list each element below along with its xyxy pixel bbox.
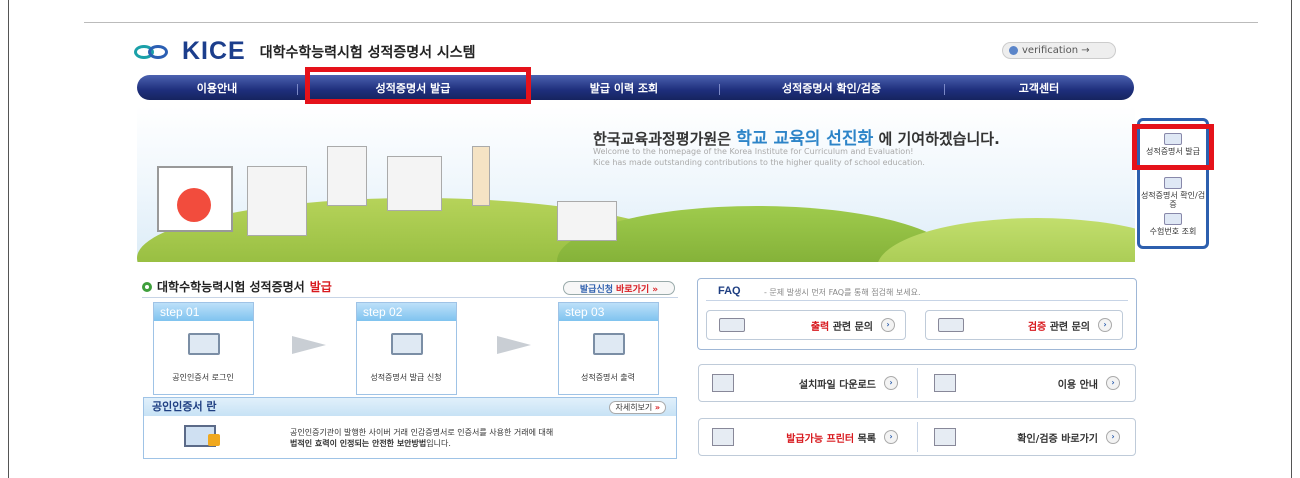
step-1-label: 공인인증서 로그인 — [172, 373, 234, 382]
search-doc-icon — [1164, 213, 1182, 225]
arrow-right-icon — [497, 336, 531, 354]
logo-text: KICE — [182, 37, 246, 65]
go-arrow-icon: › — [1106, 430, 1120, 444]
nav-item-history[interactable]: 발급 이력 조회 — [529, 80, 719, 96]
quick-item-verify[interactable]: 성적증명서 확인/검증 — [1140, 177, 1206, 209]
section-underline — [142, 297, 678, 298]
step-3-label: 성적증명서 출력 — [580, 373, 636, 382]
banner-school — [557, 201, 617, 241]
certificate-info-box: 공인인증서 란 자세히보기 » 공인인증기관이 발행한 사이버 거래 인감증명서… — [143, 397, 677, 459]
computer-icon — [187, 333, 220, 355]
printer-icon — [592, 333, 625, 355]
step-2-header: step 02 — [357, 303, 456, 321]
browser-icon — [934, 374, 956, 392]
faq-output-button[interactable]: 출력 관련 문의 › — [706, 310, 906, 340]
usage-guide-button[interactable]: 이용 안내 › — [920, 364, 1130, 402]
certificate-info-title: 공인인증서 란 — [144, 398, 676, 416]
magnifier-icon — [938, 318, 964, 332]
nav-item-verify[interactable]: 성적증명서 확인/검증 — [719, 80, 944, 96]
banner-building — [387, 156, 442, 211]
install-download-button[interactable]: 설치파일 다운로드 › — [698, 364, 908, 402]
printer-icon — [719, 318, 745, 332]
main-nav: 이용안내 성적증명서 발급 발급 이력 조회 성적증명서 확인/검증 고객센터 — [137, 75, 1134, 100]
step-3-header: step 03 — [559, 303, 658, 321]
banner-hill — [877, 218, 1135, 262]
step-1-header: step 01 — [154, 303, 253, 321]
banner-building — [247, 166, 307, 236]
top-divider — [84, 22, 1258, 23]
arrow-right-icon — [292, 336, 326, 354]
go-arrow-icon: › — [884, 376, 898, 390]
step-2-label: 성적증명서 발급 신청 — [370, 373, 442, 382]
computer-mouse-icon — [390, 333, 423, 355]
verification-button[interactable]: verification → — [1002, 42, 1116, 59]
globe-icon — [1009, 46, 1018, 55]
go-arrow-icon: › — [881, 318, 895, 332]
nav-item-support[interactable]: 고객센터 — [944, 80, 1134, 96]
highlight-nav-issue — [305, 67, 531, 104]
banner-subtitle-1: Welcome to the homepage of the Korea Ins… — [593, 147, 914, 156]
banner-headline: 한국교육과정평가원은 학교 교육의 선진화 에 기여하겠습니다. — [593, 129, 1000, 149]
faq-description: - 문제 발생시 먼저 FAQ를 통해 점검해 보세요. — [764, 288, 921, 297]
apply-shortcut-button[interactable]: 발급신청 바로가기 » — [563, 281, 675, 295]
more-details-button[interactable]: 자세히보기 » — [609, 401, 666, 414]
quick-item-exam-number[interactable]: 수험번호 조회 — [1140, 213, 1206, 236]
banner-subtitle-2: Kice has made outstanding contributions … — [593, 158, 925, 167]
banner-pencil-tower — [472, 146, 490, 206]
go-arrow-icon: › — [1098, 318, 1112, 332]
document-icon — [712, 428, 734, 446]
box-divider — [917, 422, 918, 452]
verification-label: verification → — [1022, 45, 1090, 56]
go-arrow-icon: › — [1106, 376, 1120, 390]
faq-title: FAQ — [718, 285, 741, 297]
issue-section-title: 대학수학능력시험 성적증명서 발급 — [142, 278, 332, 295]
bullet-icon — [142, 281, 152, 292]
magnifier-icon — [1164, 177, 1182, 189]
box-divider — [917, 368, 918, 398]
lock-icon — [208, 434, 220, 446]
printer-list-button[interactable]: 발급가능 프린터 목록 › — [698, 418, 908, 456]
system-title: 대학수학능력시험 성적증명서 시스템 — [259, 44, 476, 61]
banner-building — [327, 146, 367, 206]
go-arrow-icon: › — [884, 430, 898, 444]
certificate-description: 공인인증기관이 발행한 사이버 거래 인감증명서로 인증서를 사용한 거래에 대… — [290, 428, 554, 448]
hero-banner: 한국교육과정평가원은 학교 교육의 선진화 에 기여하겠습니다. Welcome… — [137, 106, 1135, 262]
kice-logo-icon — [134, 42, 174, 62]
magnifier-icon — [934, 428, 956, 446]
site-logo[interactable]: KICE 대학수학능력시험 성적증명서 시스템 — [134, 37, 476, 66]
verify-shortcut-button[interactable]: 확인/검증 바로가기 › — [920, 418, 1130, 456]
download-monitor-icon — [712, 374, 734, 392]
highlight-quick-issue — [1132, 124, 1214, 170]
banner-sun — [177, 188, 211, 222]
faq-divider — [706, 300, 1128, 301]
nav-item-guide[interactable]: 이용안내 — [137, 80, 297, 96]
faq-verify-button[interactable]: 검증 관련 문의 › — [925, 310, 1123, 340]
